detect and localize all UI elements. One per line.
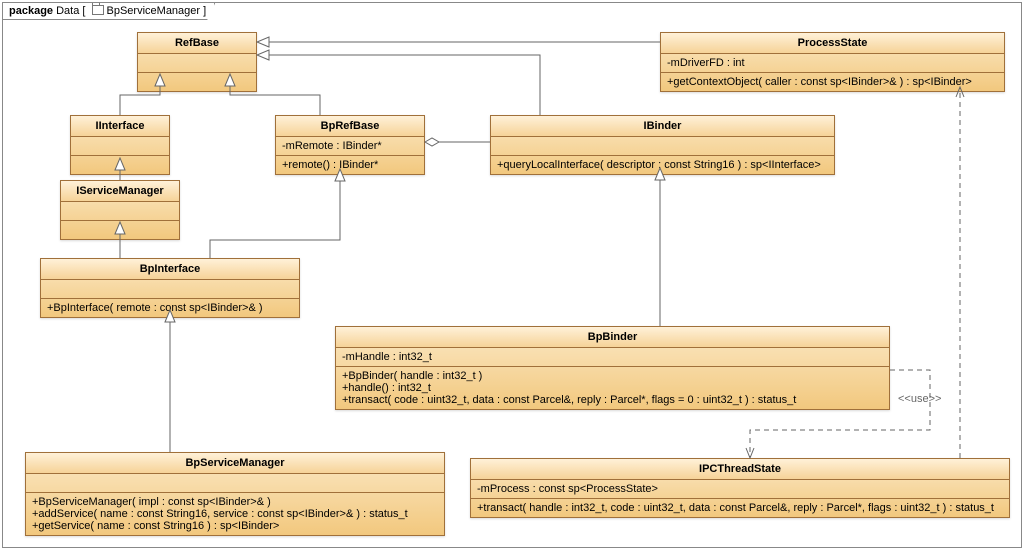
class-ops (71, 156, 169, 174)
class-ipcthreadstate: IPCThreadState -mProcess : const sp<Proc… (470, 458, 1010, 518)
class-bpservicemanager: BpServiceManager +BpServiceManager( impl… (25, 452, 445, 536)
class-iinterface: IInterface (70, 115, 170, 175)
class-name: ProcessState (661, 33, 1004, 54)
class-attrs: -mDriverFD : int (661, 54, 1004, 73)
class-name: BpInterface (41, 259, 299, 280)
class-bpbinder: BpBinder -mHandle : int32_t +BpBinder( h… (335, 326, 890, 410)
class-name: IServiceManager (61, 181, 179, 202)
class-iservicemanager: IServiceManager (60, 180, 180, 240)
class-ops (138, 73, 256, 91)
op-line: +handle() : int32_t (342, 382, 883, 394)
class-attrs (138, 54, 256, 73)
package-tab: package Data [ BpServiceManager ] (3, 3, 215, 20)
op-line: +addService( name : const String16, serv… (32, 508, 438, 520)
class-bprefbase: BpRefBase -mRemote : IBinder* +remote() … (275, 115, 425, 175)
class-name: BpServiceManager (26, 453, 444, 474)
class-attrs: -mProcess : const sp<ProcessState> (471, 480, 1009, 499)
class-attrs (41, 280, 299, 299)
class-name: BpRefBase (276, 116, 424, 137)
op-line: +transact( code : uint32_t, data : const… (342, 394, 883, 406)
class-ibinder: IBinder +queryLocalInterface( descriptor… (490, 115, 835, 175)
class-ops (61, 221, 179, 239)
class-attrs: -mRemote : IBinder* (276, 137, 424, 156)
class-name: IBinder (491, 116, 834, 137)
class-ops: +queryLocalInterface( descriptor : const… (491, 156, 834, 174)
package-ref: BpServiceManager (107, 5, 201, 17)
op-line: +BpBinder( handle : int32_t ) (342, 370, 883, 382)
class-ops: +BpBinder( handle : int32_t ) +handle() … (336, 367, 889, 409)
op-line: +BpServiceManager( impl : const sp<IBind… (32, 496, 438, 508)
class-name: BpBinder (336, 327, 889, 348)
package-icon (92, 5, 104, 15)
package-keyword: package (9, 5, 53, 17)
class-name: IPCThreadState (471, 459, 1009, 480)
class-attrs (491, 137, 834, 156)
class-attrs: -mHandle : int32_t (336, 348, 889, 367)
class-attrs (61, 202, 179, 221)
class-attrs (71, 137, 169, 156)
class-ops: +BpInterface( remote : const sp<IBinder>… (41, 299, 299, 317)
class-ops: +getContextObject( caller : const sp<IBi… (661, 73, 1004, 91)
class-ops: +BpServiceManager( impl : const sp<IBind… (26, 493, 444, 535)
class-ops: +remote() : IBinder* (276, 156, 424, 174)
package-name: Data (56, 5, 79, 17)
class-processstate: ProcessState -mDriverFD : int +getContex… (660, 32, 1005, 92)
class-name: RefBase (138, 33, 256, 54)
class-refbase: RefBase (137, 32, 257, 92)
class-bpinterface: BpInterface +BpInterface( remote : const… (40, 258, 300, 318)
class-attrs (26, 474, 444, 493)
class-name: IInterface (71, 116, 169, 137)
class-ops: +transact( handle : int32_t, code : uint… (471, 499, 1009, 517)
op-line: +getService( name : const String16 ) : s… (32, 520, 438, 532)
